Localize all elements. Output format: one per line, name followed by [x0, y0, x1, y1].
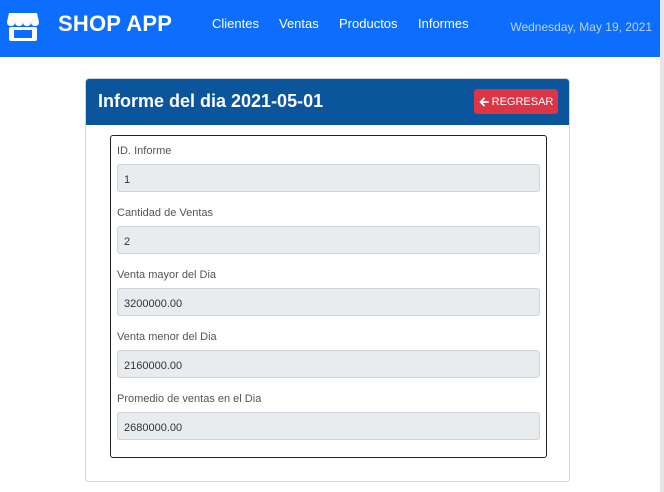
nav-link-productos[interactable]: Productos: [339, 16, 398, 31]
field-input-max-sale[interactable]: 3200000.00: [117, 288, 540, 316]
report-title: Informe del dia 2021-05-01: [98, 91, 324, 111]
top-navbar: SHOP APP Clientes Ventas Productos Infor…: [0, 0, 660, 57]
store-icon[interactable]: [6, 10, 40, 44]
page-scrollbar[interactable]: [660, 0, 664, 492]
field-label-min-sale: Venta menor del Dia: [117, 331, 217, 343]
field-label-id: ID. Informe: [117, 145, 172, 157]
field-label-max-sale: Venta mayor del Dia: [117, 269, 217, 281]
brand-title[interactable]: SHOP APP: [58, 11, 172, 37]
report-card: Informe del dia 2021-05-01 REGRESAR ID. …: [85, 78, 570, 482]
field-input-id[interactable]: 1: [117, 164, 540, 192]
field-input-sales-count[interactable]: 2: [117, 226, 540, 254]
report-form: ID. Informe 1 Cantidad de Ventas 2 Venta…: [110, 135, 547, 458]
field-input-min-sale[interactable]: 2160000.00: [117, 350, 540, 378]
current-date: Wednesday, May 19, 2021: [510, 20, 652, 34]
arrow-left-icon: [479, 97, 489, 106]
nav-link-clientes[interactable]: Clientes: [212, 16, 259, 31]
back-button-label: REGRESAR: [491, 95, 554, 108]
back-button[interactable]: REGRESAR: [474, 89, 558, 114]
nav-link-informes[interactable]: Informes: [418, 16, 469, 31]
field-label-avg-sales: Promedio de ventas en el Dia: [117, 393, 262, 405]
report-card-header: Informe del dia 2021-05-01 REGRESAR: [86, 79, 569, 125]
field-input-avg-sales[interactable]: 2680000.00: [117, 412, 540, 440]
field-label-sales-count: Cantidad de Ventas: [117, 207, 214, 219]
nav-link-ventas[interactable]: Ventas: [279, 16, 319, 31]
